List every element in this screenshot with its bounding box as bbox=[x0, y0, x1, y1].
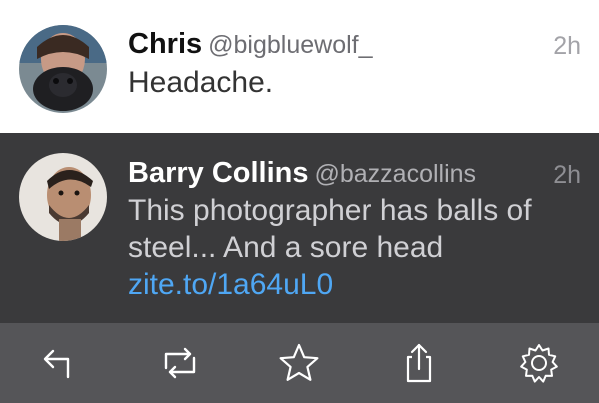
timestamp: 2h bbox=[553, 161, 581, 189]
user-handle[interactable]: @bazzacollins bbox=[315, 160, 477, 188]
favorite-star-icon bbox=[279, 343, 319, 381]
settings-gear-icon bbox=[520, 344, 558, 383]
tweet-action-toolbar bbox=[0, 323, 599, 403]
reply-icon bbox=[43, 349, 70, 379]
settings-button[interactable] bbox=[515, 339, 563, 387]
favorite-button[interactable] bbox=[275, 339, 323, 387]
tweet-meta: Chris @bigbluewolf_ 2h bbox=[128, 28, 581, 62]
user-name[interactable]: Barry Collins bbox=[128, 157, 309, 189]
reply-button[interactable] bbox=[36, 339, 84, 387]
share-icon bbox=[407, 343, 432, 383]
share-button[interactable] bbox=[395, 339, 443, 387]
tweet-row-selected[interactable]: Barry Collins @bazzacollins 2h This photo… bbox=[0, 133, 599, 323]
tweet-text: Headache. bbox=[128, 64, 581, 101]
tweet-text-content: Headache. bbox=[128, 66, 274, 99]
avatar[interactable] bbox=[19, 153, 107, 241]
tweet-text-content: This photographer has balls of steel... … bbox=[128, 194, 532, 264]
timestamp: 2h bbox=[553, 32, 581, 60]
user-name[interactable]: Chris bbox=[128, 28, 202, 60]
retweet-button[interactable] bbox=[156, 339, 204, 387]
tweet-link[interactable]: zite.to/1a64uL0 bbox=[128, 268, 333, 301]
tweet-text: This photographer has balls of steel... … bbox=[128, 192, 581, 303]
user-handle[interactable]: @bigbluewolf_ bbox=[208, 31, 372, 59]
tweet-row[interactable]: Chris @bigbluewolf_ 2h Headache. bbox=[0, 0, 599, 133]
avatar[interactable] bbox=[19, 25, 107, 113]
tweet-meta: Barry Collins @bazzacollins 2h bbox=[128, 157, 581, 191]
retweet-icon bbox=[164, 347, 195, 379]
